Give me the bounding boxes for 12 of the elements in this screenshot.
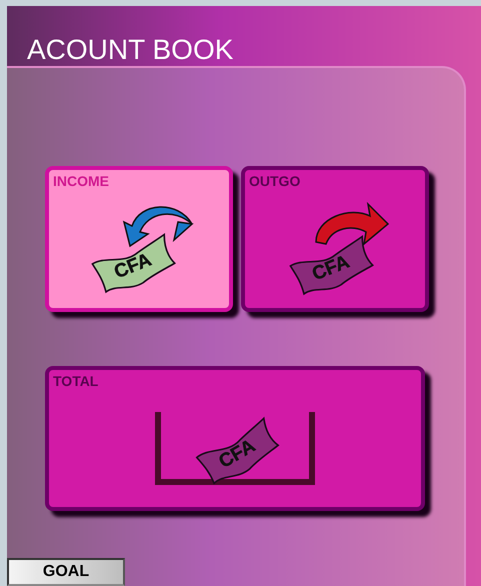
app-title: ACOUNT BOOK (27, 36, 234, 64)
currency-label: CFA (309, 251, 352, 286)
currency-label: CFA (111, 249, 154, 284)
currency-label: CFA (216, 435, 259, 472)
income-button[interactable]: INCOME CFA (45, 166, 233, 312)
banknote-icon (92, 234, 176, 293)
tray-icon (155, 412, 315, 484)
banknote-icon (290, 236, 374, 295)
goal-button[interactable]: GOAL (7, 558, 125, 586)
banknote-icon (196, 417, 279, 484)
arrow-icon (315, 203, 389, 245)
arrow-icon (123, 206, 193, 247)
